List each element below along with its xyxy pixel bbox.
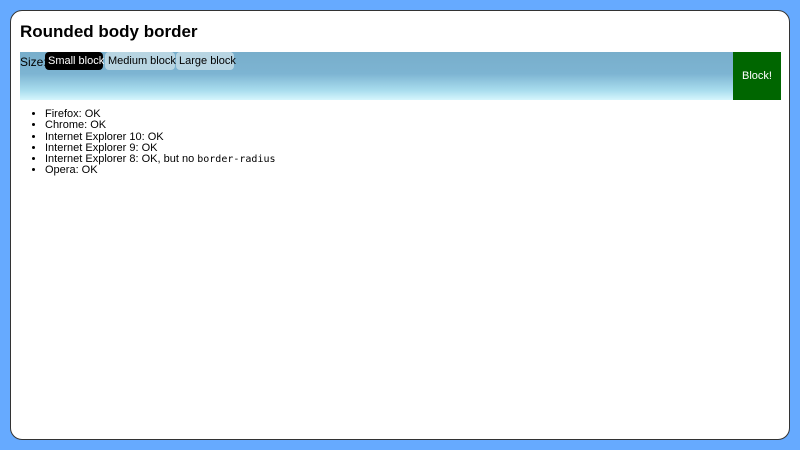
list-item-text: Internet Explorer 10: OK — [45, 130, 164, 143]
page-title: Rounded body border — [20, 22, 198, 41]
list-item-text: Chrome: OK — [45, 119, 107, 132]
list-item-text: Opera: OK — [45, 164, 98, 177]
list-item: Opera: OK — [45, 165, 276, 176]
medium-block-button[interactable]: Medium block — [105, 52, 176, 70]
browser-results-list: Firefox: OK Chrome: OK Internet Explorer… — [11, 108, 276, 177]
block-button[interactable]: Block! — [733, 52, 781, 100]
list-item-text: Internet Explorer 9: OK — [45, 141, 158, 154]
list-item-text: Internet Explorer 8: OK, but no — [45, 153, 198, 166]
code-snippet: border-radius — [197, 154, 276, 166]
small-block-button[interactable]: Small block — [45, 52, 104, 70]
list-item-text: Firefox: OK — [45, 108, 101, 120]
size-toolbar: Size: Small block Medium block Large blo… — [20, 52, 781, 100]
size-label: Size: — [20, 55, 47, 69]
large-block-button[interactable]: Large block — [176, 52, 236, 70]
